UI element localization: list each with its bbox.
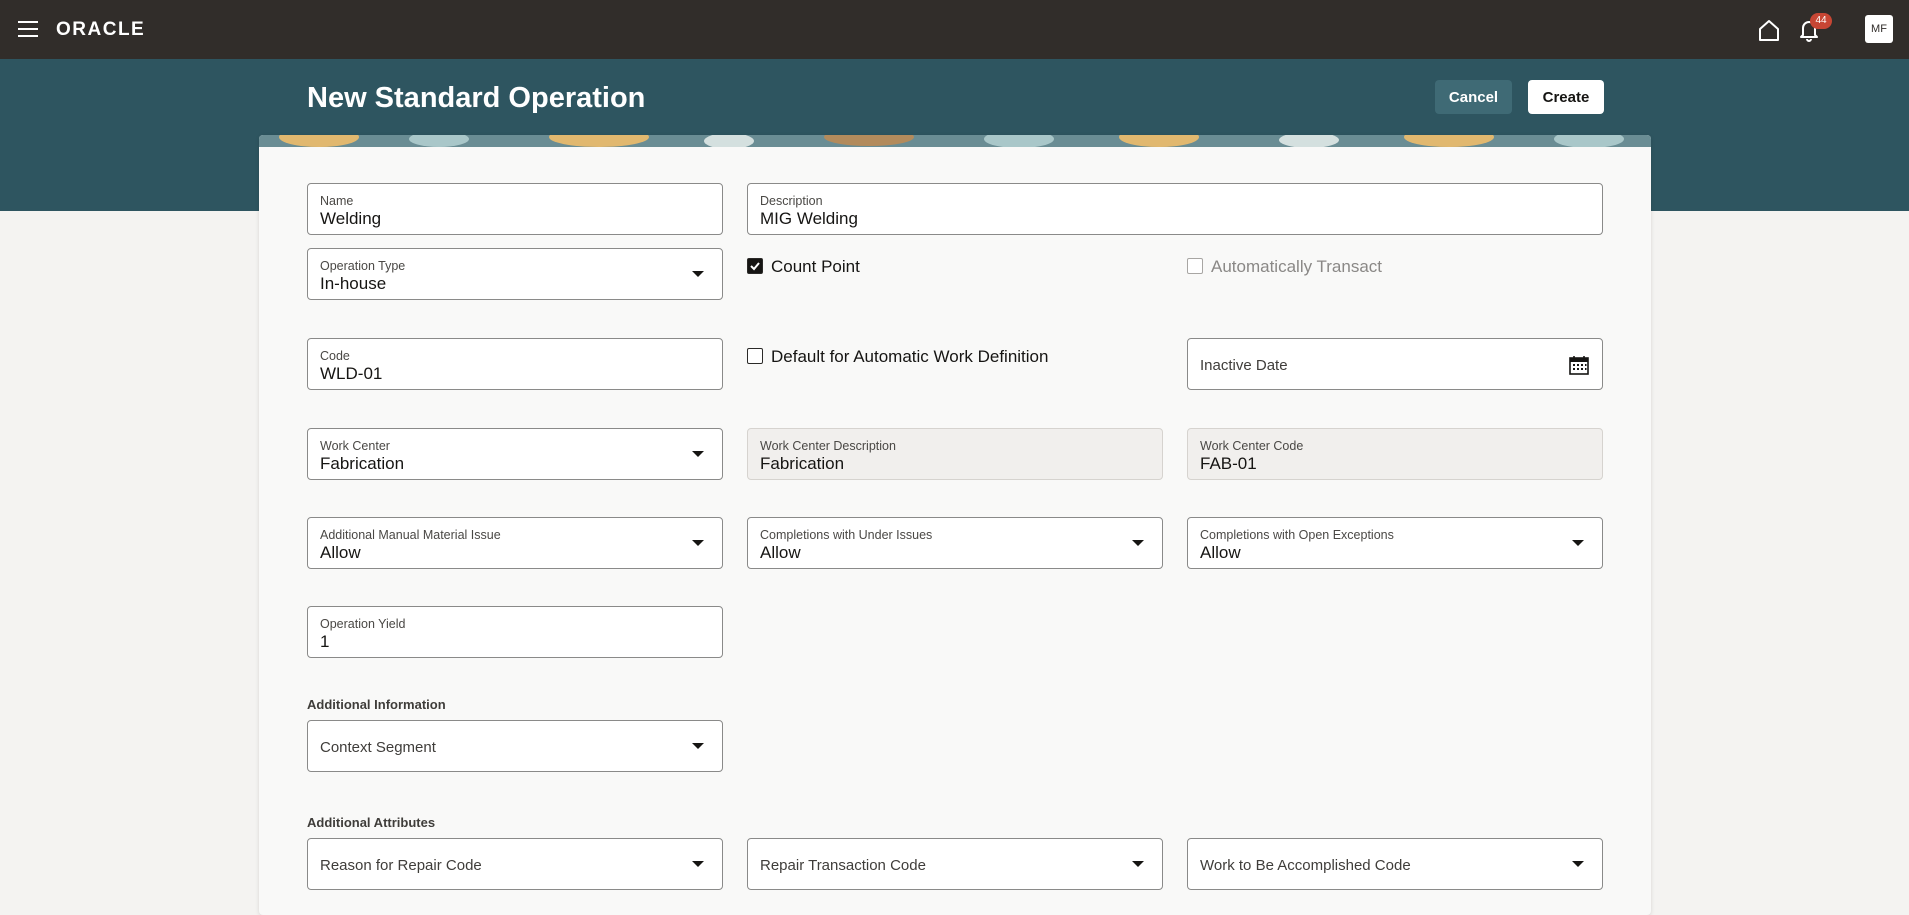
name-value: Welding — [320, 209, 382, 228]
calendar-icon[interactable] — [1568, 354, 1590, 376]
operation-yield-label: Operation Yield — [320, 617, 406, 631]
operation-yield-value: 1 — [320, 632, 330, 651]
name-label: Name — [320, 194, 354, 208]
inactive-date-label: Inactive Date — [1200, 357, 1288, 374]
additional-manual-material-issue-label: Additional Manual Material Issue — [320, 528, 501, 542]
name-field[interactable]: Name Welding — [307, 183, 723, 235]
inactive-date-field[interactable]: Inactive Date — [1187, 338, 1603, 390]
completions-open-exceptions-value: Allow — [1200, 543, 1241, 562]
code-field[interactable]: Code WLD-01 — [307, 338, 723, 390]
work-to-be-accomplished-code-label: Work to Be Accomplished Code — [1200, 857, 1411, 874]
chevron-down-icon — [692, 540, 704, 546]
operation-type-value: In-house — [320, 274, 387, 293]
reason-for-repair-code-label: Reason for Repair Code — [320, 857, 482, 874]
context-segment-label: Context Segment — [320, 739, 436, 756]
work-center-code-label: Work Center Code — [1200, 439, 1304, 453]
form-card: Name Welding Description MIG Welding Ope… — [259, 135, 1651, 915]
work-center-description-label: Work Center Description — [760, 439, 896, 453]
work-center-value: Fabrication — [320, 454, 405, 473]
work-center-description-value: Fabrication — [760, 454, 845, 473]
operation-yield-field[interactable]: Operation Yield 1 — [307, 606, 723, 658]
work-center-code-field: Work Center Code FAB-01 — [1187, 428, 1603, 480]
work-center-code-value: FAB-01 — [1200, 454, 1257, 473]
completions-open-exceptions-select[interactable]: Completions with Open Exceptions Allow — [1187, 517, 1603, 569]
chevron-down-icon — [692, 861, 704, 867]
decorative-banner-pattern — [259, 135, 1651, 147]
completions-under-issues-value: Allow — [760, 543, 801, 562]
chevron-down-icon — [692, 451, 704, 457]
work-center-label: Work Center — [320, 439, 390, 453]
create-button[interactable]: Create — [1528, 80, 1604, 114]
completions-under-issues-select[interactable]: Completions with Under Issues Allow — [747, 517, 1163, 569]
operation-type-select[interactable]: Operation Type In-house — [307, 248, 723, 300]
repair-transaction-code-label: Repair Transaction Code — [760, 857, 926, 874]
reason-for-repair-code-select[interactable]: Reason for Repair Code — [307, 838, 723, 890]
chevron-down-icon — [1132, 861, 1144, 867]
count-point-checkbox[interactable] — [747, 258, 763, 274]
global-header: ORACLE 44 MF — [0, 0, 1909, 59]
default-automatic-work-definition-checkbox[interactable] — [747, 348, 763, 364]
additional-manual-material-issue-value: Allow — [320, 543, 361, 562]
additional-attributes-heading: Additional Attributes — [307, 815, 436, 830]
work-to-be-accomplished-code-select[interactable]: Work to Be Accomplished Code — [1187, 838, 1603, 890]
automatically-transact-checkbox[interactable] — [1187, 258, 1203, 274]
notification-count-badge: 44 — [1810, 13, 1832, 29]
additional-information-heading: Additional Information — [307, 697, 446, 712]
operation-type-label: Operation Type — [320, 259, 406, 273]
page-title: New Standard Operation — [307, 82, 646, 114]
default-automatic-work-definition-label: Default for Automatic Work Definition — [771, 347, 1049, 366]
chevron-down-icon — [692, 271, 704, 277]
additional-manual-material-issue-select[interactable]: Additional Manual Material Issue Allow — [307, 517, 723, 569]
completions-open-exceptions-label: Completions with Open Exceptions — [1200, 528, 1394, 542]
count-point-label: Count Point — [771, 257, 860, 276]
work-center-description-field: Work Center Description Fabrication — [747, 428, 1163, 480]
home-icon[interactable] — [1756, 17, 1782, 43]
description-label: Description — [760, 194, 823, 208]
completions-under-issues-label: Completions with Under Issues — [760, 528, 933, 542]
automatically-transact-label: Automatically Transact — [1211, 257, 1383, 276]
description-field[interactable]: Description MIG Welding — [747, 183, 1603, 235]
description-value: MIG Welding — [760, 209, 858, 228]
work-center-select[interactable]: Work Center Fabrication — [307, 428, 723, 480]
cancel-button[interactable]: Cancel — [1435, 80, 1512, 114]
oracle-logo: ORACLE — [56, 19, 146, 40]
user-avatar[interactable]: MF — [1865, 15, 1893, 43]
chevron-down-icon — [1132, 540, 1144, 546]
code-label: Code — [320, 349, 350, 363]
chevron-down-icon — [1572, 540, 1584, 546]
chevron-down-icon — [692, 743, 704, 749]
context-segment-select[interactable]: Context Segment — [307, 720, 723, 772]
repair-transaction-code-select[interactable]: Repair Transaction Code — [747, 838, 1163, 890]
chevron-down-icon — [1572, 861, 1584, 867]
hamburger-menu-icon[interactable] — [16, 20, 40, 38]
code-value: WLD-01 — [320, 364, 383, 383]
